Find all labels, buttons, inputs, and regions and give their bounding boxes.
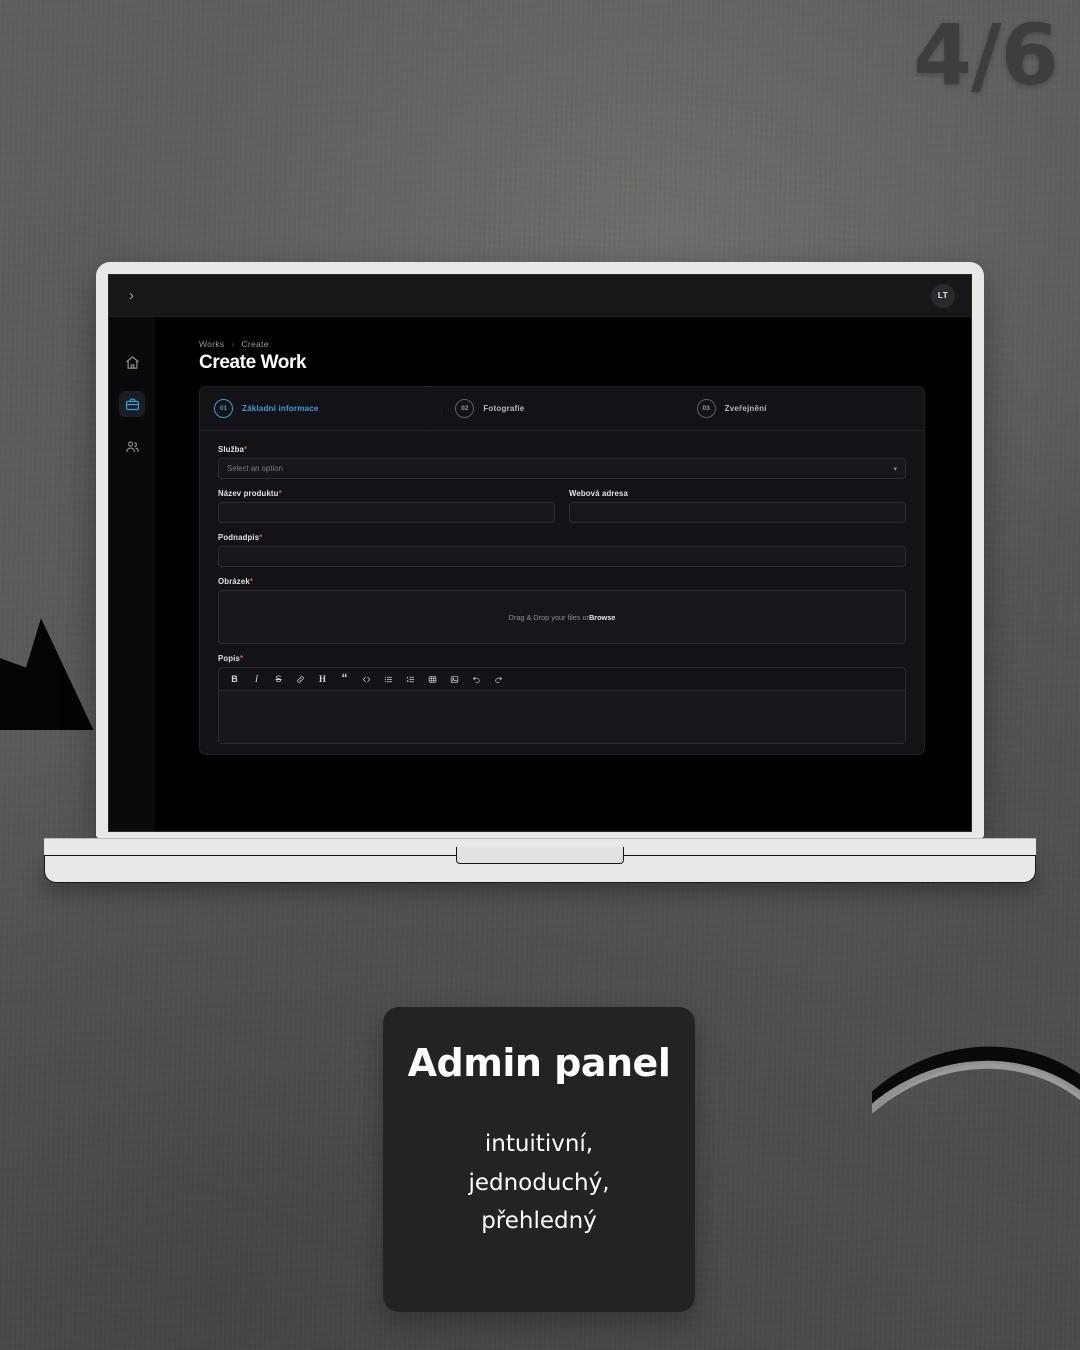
breadcrumb-parent[interactable]: Works — [199, 339, 224, 349]
label-podnadpis-text: Podnadpis — [218, 533, 260, 542]
breadcrumb-separator-icon: › — [231, 339, 235, 349]
app-body: Works › Create Create Work 01 Základní i… — [109, 317, 971, 831]
caption-line-3: přehledný — [481, 1208, 597, 1235]
step-label: Základní informace — [242, 404, 319, 413]
caption-title: Admin panel — [407, 1041, 671, 1085]
caption-card: Admin panel intuitivní, jednoduchý, přeh… — [383, 1007, 695, 1312]
sidebar — [109, 317, 155, 831]
input-webova-adresa[interactable] — [569, 502, 906, 523]
label-popis-text: Popis — [218, 654, 240, 663]
rich-text-editor: B I S H “ — [218, 667, 906, 744]
stepper-step-1[interactable]: 01 Základní informace — [200, 387, 441, 430]
dropzone-text: Drag & Drop your files or — [508, 612, 589, 622]
required-marker: * — [249, 577, 254, 586]
required-marker: * — [239, 654, 244, 663]
required-marker: * — [278, 489, 282, 498]
laptop-screen: › LT Works › Create Create Work 01 Zákla… — [108, 274, 972, 832]
main-content: Works › Create Create Work 01 Základní i… — [155, 317, 971, 831]
step-label: Zveřejnění — [724, 404, 767, 413]
label-podnadpis: Podnadpis* — [218, 533, 906, 542]
sidebar-item-team[interactable] — [119, 433, 145, 459]
label-web-text: Webová adresa — [569, 489, 629, 498]
required-marker: * — [244, 445, 248, 454]
field-webova-adresa: Webová adresa — [569, 489, 906, 523]
briefcase-icon — [125, 398, 139, 410]
field-obrazek: Obrázek* Drag & Drop your files or Brows… — [218, 577, 906, 644]
image-icon[interactable] — [449, 673, 460, 686]
label-nazev-produktu: Název produktu* — [218, 489, 555, 498]
field-nazev-produktu: Název produktu* — [218, 489, 555, 523]
stepper: 01 Základní informace 02 Fotografie 03 Z… — [200, 387, 924, 431]
undo-icon[interactable] — [471, 673, 482, 686]
field-sluzba: Služba* Select an option ▾ — [218, 445, 906, 479]
app-topbar: › LT — [109, 275, 971, 317]
select-sluzba-value: Select an option — [227, 464, 283, 473]
field-podnadpis: Podnadpis* — [218, 533, 906, 567]
label-sluzba: Služba* — [218, 445, 906, 454]
numbered-list-icon[interactable] — [405, 673, 416, 686]
label-sluzba-text: Služba — [218, 445, 245, 454]
italic-icon[interactable]: I — [251, 673, 262, 686]
table-icon[interactable] — [427, 673, 438, 686]
users-icon — [125, 440, 139, 452]
caption-line-1: intuitivní, — [484, 1131, 594, 1157]
redo-icon[interactable] — [493, 673, 504, 686]
select-sluzba[interactable]: Select an option ▾ — [218, 458, 906, 479]
field-popis: Popis* B I S H “ — [218, 654, 906, 744]
laptop-notch — [456, 847, 624, 864]
sidebar-item-works[interactable] — [119, 391, 145, 417]
laptop-lid: › LT Works › Create Create Work 01 Zákla… — [96, 262, 984, 838]
step-number: 03 — [696, 399, 716, 418]
file-dropzone[interactable]: Drag & Drop your files or Browse — [218, 590, 906, 644]
input-podnadpis[interactable] — [218, 546, 906, 567]
label-nazev-text: Název produktu — [218, 489, 279, 498]
page-title: Create Work — [199, 352, 307, 373]
chevron-down-icon: ▾ — [893, 465, 897, 473]
editor-toolbar: B I S H “ — [219, 668, 905, 691]
heading-icon[interactable]: H — [317, 673, 328, 686]
editor-body[interactable] — [219, 691, 905, 743]
slide-counter: 4/6 — [913, 6, 1059, 104]
laptop-mockup: › LT Works › Create Create Work 01 Zákla… — [44, 262, 1036, 883]
home-icon — [125, 355, 139, 369]
step-number: 01 — [214, 399, 233, 418]
link-icon[interactable] — [295, 673, 306, 686]
label-webova-adresa: Webová adresa — [569, 489, 906, 498]
chevron-right-icon[interactable]: › — [129, 288, 134, 303]
input-nazev-produktu[interactable] — [218, 502, 555, 523]
create-work-form: Služba* Select an option ▾ Název produkt… — [200, 431, 924, 744]
caption-line-2: jednoduchý, — [468, 1169, 610, 1196]
laptop-hinge — [44, 838, 1036, 864]
bold-icon[interactable]: B — [229, 673, 240, 686]
step-number: 02 — [455, 399, 475, 418]
code-block-icon[interactable] — [361, 673, 372, 686]
step-label: Fotografie — [483, 404, 525, 413]
field-row: Název produktu* Webová adresa — [218, 489, 906, 533]
slide-counter-text: 4/6 — [913, 6, 1059, 104]
label-obrazek: Obrázek* — [218, 577, 906, 586]
browse-link[interactable]: Browse — [589, 613, 615, 622]
stepper-step-2[interactable]: 02 Fotografie — [441, 387, 682, 430]
avatar[interactable]: LT — [931, 283, 955, 308]
decorative-swoosh-right — [872, 1042, 1080, 1272]
blockquote-icon[interactable]: “ — [339, 672, 350, 686]
sidebar-item-home[interactable] — [119, 349, 145, 375]
breadcrumb: Works › Create — [199, 339, 925, 349]
form-card: 01 Základní informace 02 Fotografie 03 Z… — [199, 386, 925, 755]
label-popis: Popis* — [218, 654, 906, 663]
strikethrough-icon[interactable]: S — [273, 673, 284, 686]
bullet-list-icon[interactable] — [383, 673, 394, 686]
avatar-initials: LT — [937, 291, 949, 300]
label-obrazek-text: Obrázek — [218, 577, 250, 586]
stepper-step-3[interactable]: 03 Zveřejnění — [683, 387, 924, 430]
caption-lines: intuitivní, jednoduchý, přehledný — [468, 1125, 609, 1241]
required-marker: * — [259, 533, 263, 542]
breadcrumb-current: Create — [241, 339, 269, 349]
